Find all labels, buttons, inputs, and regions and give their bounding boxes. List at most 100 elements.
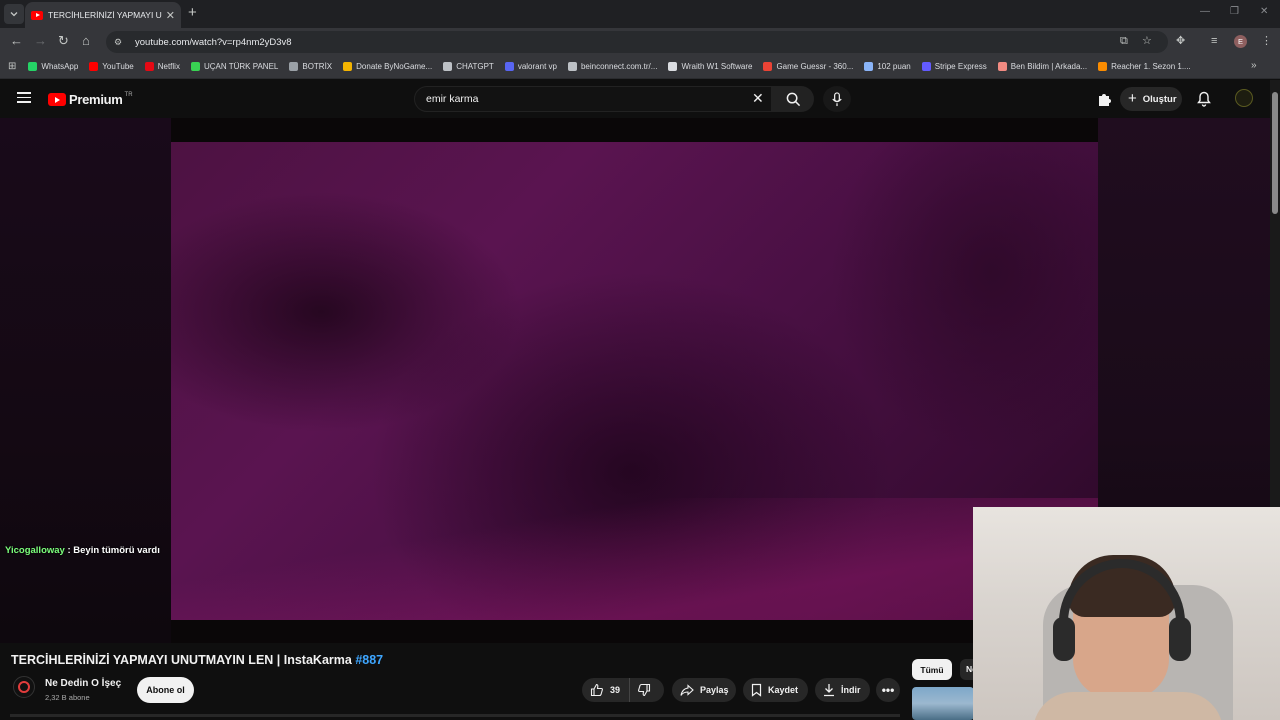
voice-search-button[interactable] bbox=[823, 86, 851, 112]
channel-name[interactable]: Ne Dedin O İşeç bbox=[45, 678, 121, 689]
like-dislike-group: 39 bbox=[582, 678, 664, 702]
browser-tab-active[interactable]: TERCİHLERİNİZİ YAPMAYI UNUTMAYIN LEN | I… bbox=[25, 2, 181, 28]
bookmark-item[interactable]: Ben Bildim | Arkada... bbox=[997, 62, 1088, 71]
bookmark-item[interactable]: Wraith W1 Software bbox=[668, 62, 752, 71]
bookmark-item[interactable]: beinconnect.com.tr/... bbox=[567, 62, 658, 71]
extensions-icon[interactable]: ✥ bbox=[1176, 34, 1185, 48]
youtube-logo-icon bbox=[48, 93, 66, 106]
bookmark-item[interactable]: Game Guessr - 360... bbox=[763, 62, 853, 71]
bookmark-item[interactable]: UÇAN TÜRK PANEL bbox=[190, 62, 279, 71]
bookmark-label: Wraith W1 Software bbox=[681, 62, 753, 71]
search-button[interactable] bbox=[772, 86, 814, 112]
bookmark-favicon-icon bbox=[864, 62, 874, 71]
like-count: 39 bbox=[610, 685, 621, 695]
more-actions-button[interactable]: ••• bbox=[876, 678, 900, 702]
bookmark-star-icon[interactable]: ☆ bbox=[1142, 34, 1152, 48]
youtube-masthead: Premium TR emir karma ✕ + Oluştur bbox=[0, 80, 1280, 118]
bookmark-favicon-icon bbox=[28, 62, 38, 71]
thumbs-up-icon bbox=[590, 683, 603, 697]
save-button[interactable]: Kaydet bbox=[743, 678, 808, 702]
bookmark-label: Game Guessr - 360... bbox=[776, 62, 854, 71]
chat-overlay-message: Yicogalloway : Beyin tümörü vardı bbox=[5, 545, 160, 556]
back-icon[interactable]: ← bbox=[10, 34, 23, 48]
account-avatar[interactable] bbox=[1235, 89, 1253, 107]
bookmark-favicon-icon bbox=[668, 62, 678, 71]
youtube-premium-logo[interactable]: Premium TR bbox=[48, 92, 133, 107]
more-bookmarks-icon[interactable]: » bbox=[1251, 60, 1257, 71]
menu-icon[interactable] bbox=[17, 92, 31, 103]
webcam-overlay bbox=[973, 507, 1280, 720]
reload-icon[interactable]: ↻ bbox=[58, 34, 69, 48]
bookmark-label: Reacher 1. Sezon 1.... bbox=[1111, 62, 1191, 71]
country-code: TR bbox=[124, 92, 133, 98]
video-hashtag[interactable]: #887 bbox=[355, 653, 383, 667]
subscribe-button[interactable]: Abone ol bbox=[137, 677, 194, 703]
bookmark-item[interactable]: valorant vp bbox=[504, 62, 557, 71]
chevron-down-icon bbox=[10, 12, 18, 17]
share-icon bbox=[680, 683, 694, 696]
bookmark-label: beinconnect.com.tr/... bbox=[580, 62, 658, 71]
video-letterbox-top bbox=[171, 118, 1098, 142]
bookmark-item[interactable]: Donate ByNoGame... bbox=[343, 62, 432, 71]
bookmark-label: YouTube bbox=[102, 62, 134, 71]
home-icon[interactable]: ⌂ bbox=[82, 34, 90, 48]
recommended-video-thumbnail[interactable] bbox=[912, 687, 974, 720]
channel-logo-icon bbox=[18, 681, 30, 693]
description-divider bbox=[10, 714, 900, 717]
bookmark-label: valorant vp bbox=[517, 62, 557, 71]
extension-puzzle-icon[interactable] bbox=[1097, 92, 1111, 111]
site-info-icon[interactable]: ⚙ bbox=[114, 37, 124, 47]
share-label: Paylaş bbox=[700, 685, 729, 695]
scrollbar-thumb[interactable] bbox=[1272, 92, 1278, 214]
bookmark-favicon-icon bbox=[997, 62, 1007, 71]
browser-tab-strip: TERCİHLERİNİZİ YAPMAYI UNUTMAYIN LEN | I… bbox=[0, 0, 1280, 28]
search-icon bbox=[786, 92, 800, 106]
bookmark-label: Ben Bildim | Arkada... bbox=[1010, 62, 1088, 71]
video-title-text: TERCİHLERİNİZİ YAPMAYI UNUTMAYIN LEN | I… bbox=[11, 653, 356, 667]
close-icon[interactable]: ✕ bbox=[166, 9, 175, 22]
clear-search-icon[interactable]: ✕ bbox=[752, 90, 764, 106]
bookmark-label: UÇAN TÜRK PANEL bbox=[203, 62, 279, 71]
dislike-button[interactable] bbox=[630, 678, 664, 702]
bookmark-label: Netflix bbox=[157, 62, 180, 71]
bookmark-item[interactable]: 102 puan bbox=[864, 62, 911, 71]
bookmark-favicon-icon bbox=[443, 62, 453, 71]
bookmark-item[interactable]: Reacher 1. Sezon 1.... bbox=[1098, 62, 1191, 71]
bookmark-favicon-icon bbox=[289, 62, 299, 71]
new-tab-button[interactable]: + bbox=[188, 5, 197, 21]
bookmark-item[interactable]: BOTRİX bbox=[289, 62, 332, 71]
bookmark-item[interactable]: WhatsApp bbox=[28, 62, 78, 71]
apps-grid-icon[interactable]: ⊞ bbox=[8, 61, 16, 72]
bookmark-label: WhatsApp bbox=[41, 62, 79, 71]
restore-icon[interactable]: ❐ bbox=[1230, 6, 1239, 17]
forward-icon[interactable]: → bbox=[34, 34, 47, 48]
chip-all[interactable]: Tümü bbox=[912, 659, 952, 680]
search-input[interactable]: emir karma bbox=[414, 86, 772, 112]
download-button[interactable]: İndir bbox=[815, 678, 870, 702]
bookmark-item[interactable]: Netflix bbox=[144, 62, 180, 71]
share-button[interactable]: Paylaş bbox=[672, 678, 736, 702]
headset-earcup-right bbox=[1169, 617, 1191, 661]
bookmark-favicon-icon bbox=[190, 62, 200, 71]
bookmark-item[interactable]: YouTube bbox=[89, 62, 134, 71]
address-bar[interactable]: ⚙ youtube.com/watch?v=rp4nm2yD3v8 bbox=[106, 31, 1168, 53]
tab-title: TERCİHLERİNİZİ YAPMAYI UNUTMAYIN LEN | I… bbox=[48, 10, 162, 20]
minimize-icon[interactable]: — bbox=[1200, 6, 1210, 17]
media-control-icon[interactable]: ≡ bbox=[1211, 34, 1217, 48]
like-button[interactable]: 39 bbox=[582, 678, 630, 702]
bookmark-item[interactable]: CHATGPT bbox=[443, 62, 494, 71]
webcam-person-shirt bbox=[1033, 692, 1223, 720]
tab-search-button[interactable] bbox=[4, 4, 24, 24]
chrome-menu-icon[interactable]: ⋮ bbox=[1261, 34, 1272, 48]
install-app-icon[interactable]: ⧉ bbox=[1120, 34, 1128, 48]
notifications-bell-icon[interactable] bbox=[1197, 91, 1211, 112]
bookmark-item[interactable]: Stripe Express bbox=[921, 62, 987, 71]
chat-username: Yicogalloway bbox=[5, 545, 65, 556]
create-button[interactable]: + Oluştur bbox=[1120, 87, 1182, 111]
bookmark-favicon-icon bbox=[504, 62, 514, 71]
profile-avatar[interactable]: E bbox=[1234, 35, 1247, 48]
video-side-glow-left bbox=[0, 118, 172, 643]
download-icon bbox=[824, 684, 834, 697]
window-close-icon[interactable]: ✕ bbox=[1260, 6, 1268, 17]
channel-avatar[interactable] bbox=[13, 676, 35, 698]
